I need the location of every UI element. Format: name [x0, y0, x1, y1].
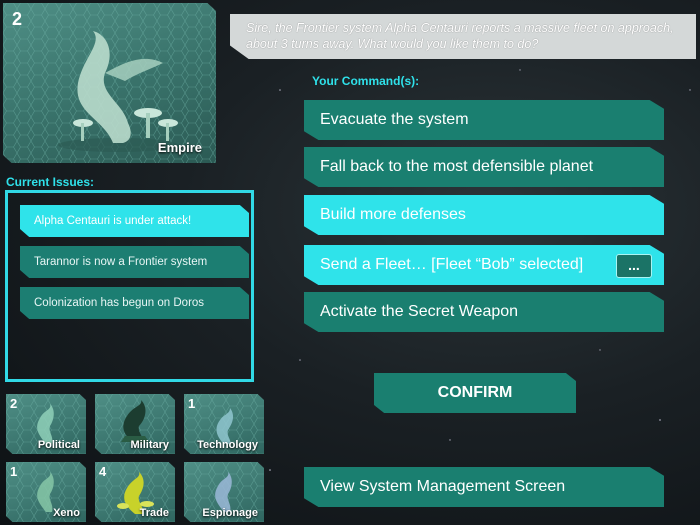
advisor-issue-count: 2 [12, 9, 23, 29]
advisor-political[interactable]: 2 Political [6, 394, 86, 454]
advisor-espionage[interactable]: Espionage [184, 462, 264, 522]
advisor-message-text: Sire, the Frontier system Alpha Centauri… [246, 21, 674, 51]
view-system-management-button[interactable]: View System Management Screen [304, 467, 664, 507]
command-fall-back-button[interactable]: Fall back to the most defensible planet [304, 147, 664, 187]
advisor-technology[interactable]: 1 Technology [184, 394, 264, 454]
command-evacuate-button[interactable]: Evacuate the system [304, 100, 664, 140]
command-send-fleet-button[interactable]: Send a Fleet… [Fleet “Bob” selected] ... [304, 245, 664, 285]
fleet-select-more-button[interactable]: ... [616, 254, 652, 278]
xeno-issue-count: 1 [10, 464, 18, 479]
military-label: Military [130, 439, 169, 451]
technology-issue-count: 1 [188, 396, 196, 411]
trade-label: Trade [139, 507, 169, 519]
xeno-label: Xeno [53, 507, 80, 519]
issue-item-tarannor[interactable]: Tarannor is now a Frontier system [20, 246, 249, 278]
command-secret-weapon-button[interactable]: Activate the Secret Weapon [304, 292, 664, 332]
advisor-xeno[interactable]: 1 Xeno [6, 462, 86, 522]
issue-item-alpha-centauri[interactable]: Alpha Centauri is under attack! [20, 205, 249, 237]
alien-advisor-icon [58, 31, 178, 152]
advisor-trade[interactable]: 4 Trade [95, 462, 175, 522]
technology-label: Technology [197, 439, 258, 451]
issue-item-doros[interactable]: Colonization has begun on Doros [20, 287, 249, 319]
espionage-label: Espionage [202, 507, 258, 519]
commands-title: Your Command(s): [312, 74, 420, 88]
empire-advisor-portrait[interactable]: 2 Empire [3, 3, 216, 163]
current-issues-panel: Alpha Centauri is under attack! Tarannor… [5, 190, 254, 382]
send-fleet-label: Send a Fleet… [Fleet “Bob” selected] [320, 256, 584, 273]
political-issue-count: 2 [10, 396, 18, 411]
advisor-message-bubble: Sire, the Frontier system Alpha Centauri… [230, 14, 696, 59]
confirm-button[interactable]: CONFIRM [374, 373, 576, 413]
current-issues-title: Current Issues: [6, 175, 95, 189]
command-build-defenses-button[interactable]: Build more defenses [304, 195, 664, 235]
trade-issue-count: 4 [99, 464, 107, 479]
political-label: Political [37, 439, 80, 451]
advisor-name: Empire [157, 140, 202, 155]
advisor-military[interactable]: Military [95, 394, 175, 454]
